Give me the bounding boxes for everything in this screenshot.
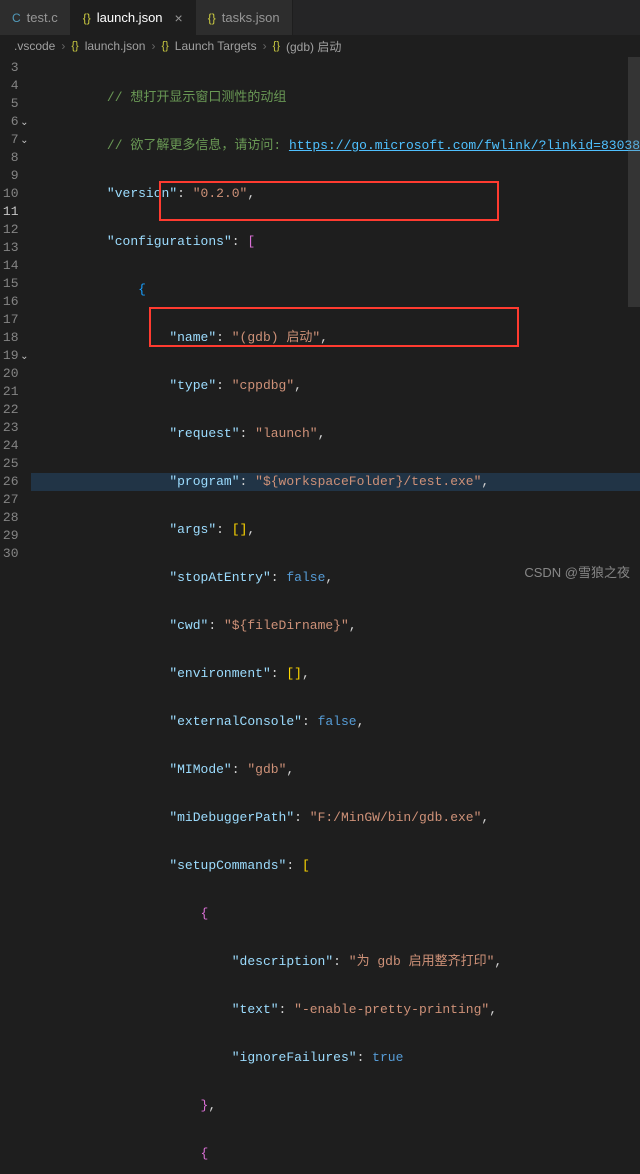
breadcrumb-folder: .vscode	[14, 39, 55, 53]
close-icon[interactable]: ×	[175, 11, 183, 25]
c-file-icon: C	[12, 11, 21, 25]
code-line: },	[31, 1097, 640, 1115]
json-file-icon: {}	[273, 40, 280, 52]
scrollbar-thumb[interactable]	[628, 57, 640, 307]
code-line: {	[31, 281, 640, 299]
tab-tasks-json[interactable]: {} tasks.json	[196, 0, 293, 35]
code-line: "cwd": "${fileDirname}",	[31, 617, 640, 635]
vertical-scrollbar[interactable]	[628, 57, 640, 587]
tabs-bar: C test.c {} launch.json × {} tasks.json	[0, 0, 640, 35]
json-file-icon: {}	[71, 40, 78, 52]
code-area[interactable]: // 想打开显示窗口测性的动组 // 欲了解更多信息，请访问: https://…	[31, 57, 640, 587]
code-line: "request": "launch",	[31, 425, 640, 443]
code-line: "configurations": [	[31, 233, 640, 251]
code-line: "description": "为 gdb 启用整齐打印",	[31, 953, 640, 971]
code-line: "environment": [],	[31, 665, 640, 683]
tab-label: tasks.json	[222, 10, 280, 25]
code-line: "ignoreFailures": true	[31, 1049, 640, 1067]
code-line: "program": "${workspaceFolder}/test.exe"…	[31, 473, 640, 491]
code-line: "name": "(gdb) 启动",	[31, 329, 640, 347]
code-line: {	[31, 1145, 640, 1163]
code-line: "miDebuggerPath": "F:/MinGW/bin/gdb.exe"…	[31, 809, 640, 827]
code-line: "args": [],	[31, 521, 640, 539]
watermark: CSDN @雪狼之夜	[524, 562, 630, 581]
breadcrumb-file: launch.json	[85, 39, 146, 53]
breadcrumb-section: (gdb) 启动	[286, 38, 341, 55]
code-line: "version": "0.2.0",	[31, 185, 640, 203]
code-line: {	[31, 905, 640, 923]
fold-icon[interactable]: ⌄	[20, 115, 28, 133]
breadcrumb[interactable]: .vscode › {} launch.json › {} Launch Tar…	[0, 35, 640, 57]
code-line: "type": "cppdbg",	[31, 377, 640, 395]
code-line: "externalConsole": false,	[31, 713, 640, 731]
code-line: "setupCommands": [	[31, 857, 640, 875]
line-number-gutter: 3 4 5 6⌄ 7⌄ 8 9 10 11 12 13 14 15 16 17 …	[0, 57, 31, 587]
json-file-icon: {}	[83, 11, 91, 25]
fold-icon[interactable]: ⌄	[20, 133, 28, 151]
code-line: "MIMode": "gdb",	[31, 761, 640, 779]
tab-label: launch.json	[97, 10, 163, 25]
json-file-icon: {}	[208, 11, 216, 25]
tab-label: test.c	[27, 10, 58, 25]
code-line: "text": "-enable-pretty-printing",	[31, 1001, 640, 1019]
chevron-right-icon: ›	[151, 39, 155, 53]
code-line: // 想打开显示窗口测性的动组	[31, 89, 640, 107]
tab-launch-json[interactable]: {} launch.json ×	[71, 0, 196, 35]
chevron-right-icon: ›	[263, 39, 267, 53]
tab-test-c[interactable]: C test.c	[0, 0, 71, 35]
json-file-icon: {}	[161, 40, 168, 52]
breadcrumb-section: Launch Targets	[175, 39, 257, 53]
editor[interactable]: 3 4 5 6⌄ 7⌄ 8 9 10 11 12 13 14 15 16 17 …	[0, 57, 640, 587]
code-line: // 欲了解更多信息，请访问: https://go.microsoft.com…	[31, 137, 640, 155]
fold-icon[interactable]: ⌄	[20, 349, 28, 367]
chevron-right-icon: ›	[61, 39, 65, 53]
